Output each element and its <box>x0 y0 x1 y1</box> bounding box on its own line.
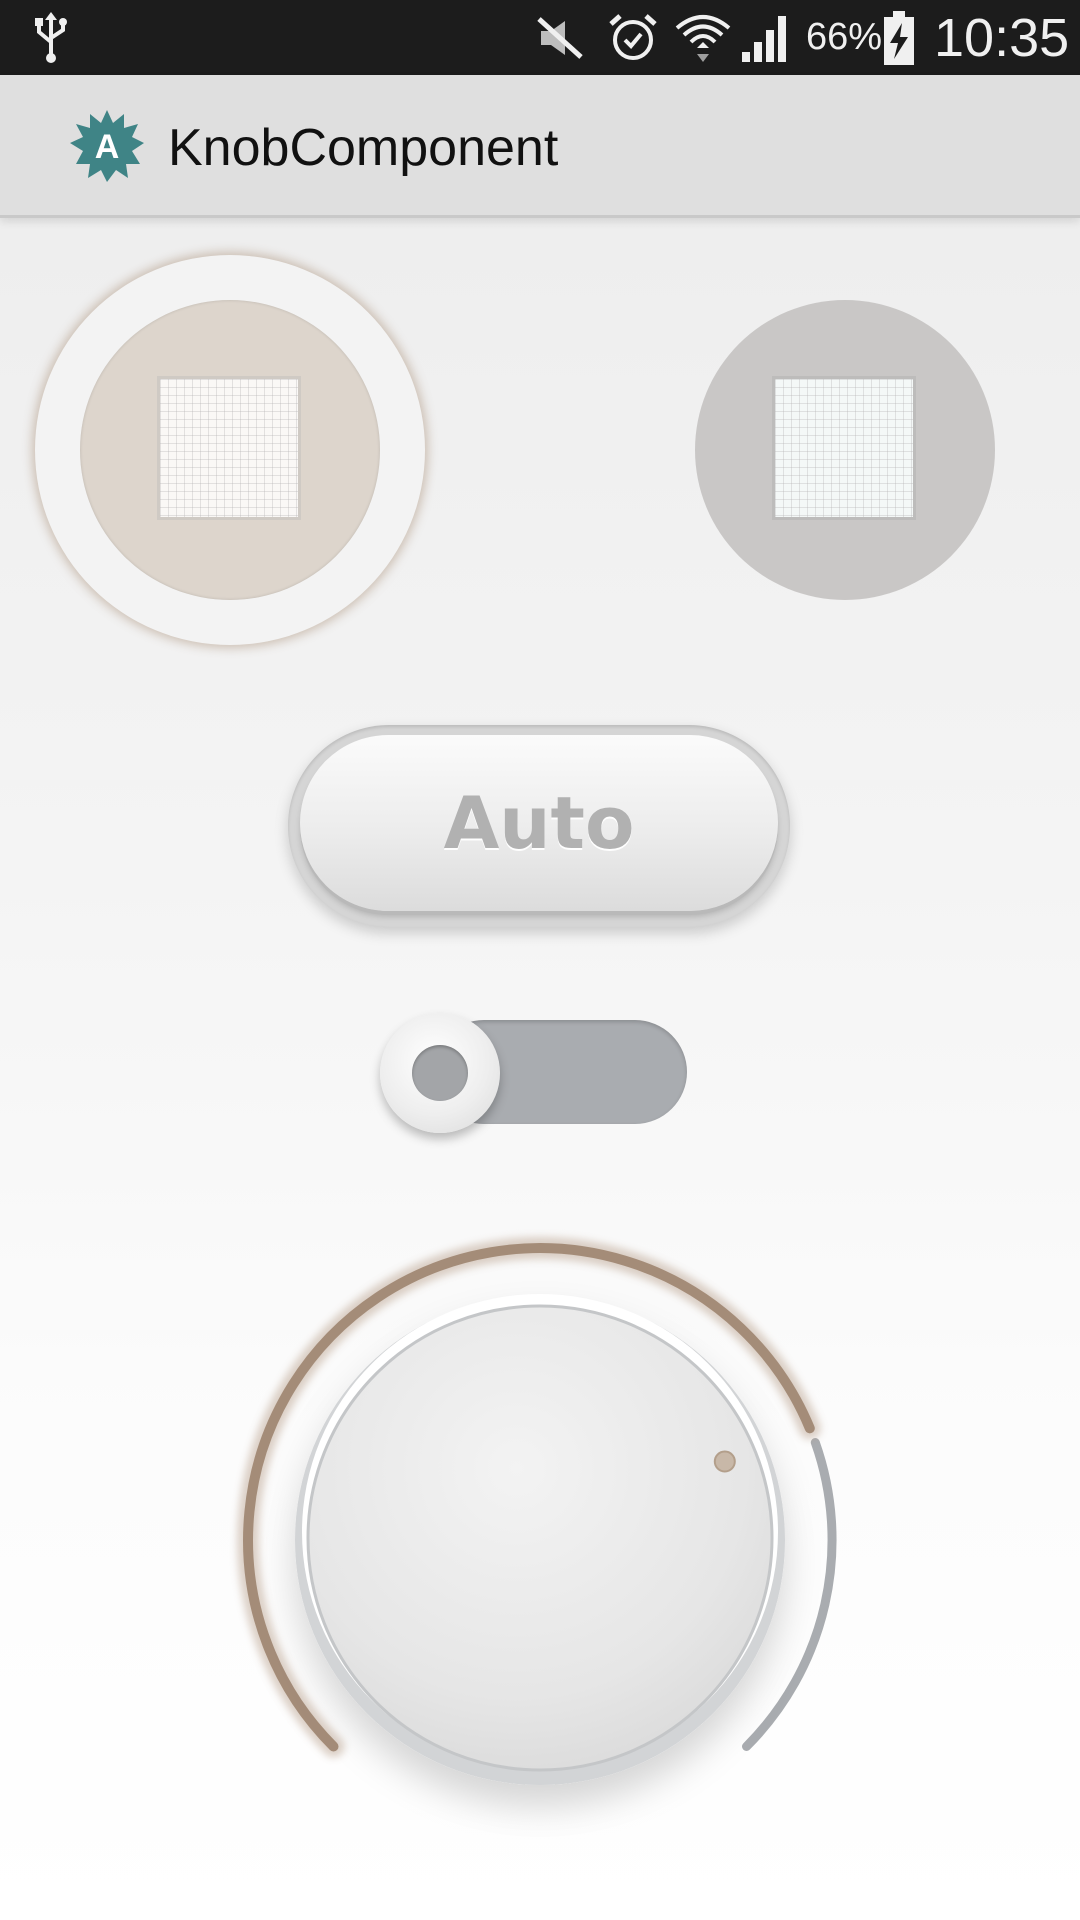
status-bar: 66% 10:35 <box>0 0 1080 75</box>
usb-icon <box>33 0 69 75</box>
mute-icon <box>535 0 585 75</box>
clock-time: 10:35 <box>934 7 1070 68</box>
grid-panel-icon <box>772 376 916 520</box>
toggle-thumb-dot <box>412 1045 468 1101</box>
knob-face[interactable] <box>306 1304 774 1772</box>
signal-icon <box>740 0 792 75</box>
knob-control[interactable] <box>200 1220 880 1860</box>
auto-button-bezel: Auto <box>288 725 790 927</box>
toggle-thumb[interactable] <box>380 1013 500 1133</box>
app-title: KnobComponent <box>168 119 559 177</box>
alarm-icon <box>608 0 658 75</box>
mode-button-1[interactable] <box>80 300 380 600</box>
auto-button[interactable]: Auto <box>300 735 778 911</box>
battery-charging-icon <box>882 0 916 75</box>
grid-panel-icon <box>157 376 301 520</box>
knob-svg[interactable] <box>200 1220 880 1860</box>
app-logo-icon[interactable]: A <box>68 108 146 186</box>
action-bar: A KnobComponent <box>0 75 1080 218</box>
battery-percent: 66% <box>806 16 883 58</box>
knob-indicator-dot <box>713 1450 736 1473</box>
toggle-switch[interactable] <box>377 1005 692 1140</box>
app-logo-letter: A <box>95 128 120 166</box>
wifi-icon <box>675 0 731 75</box>
mode-button-2[interactable] <box>695 300 995 600</box>
